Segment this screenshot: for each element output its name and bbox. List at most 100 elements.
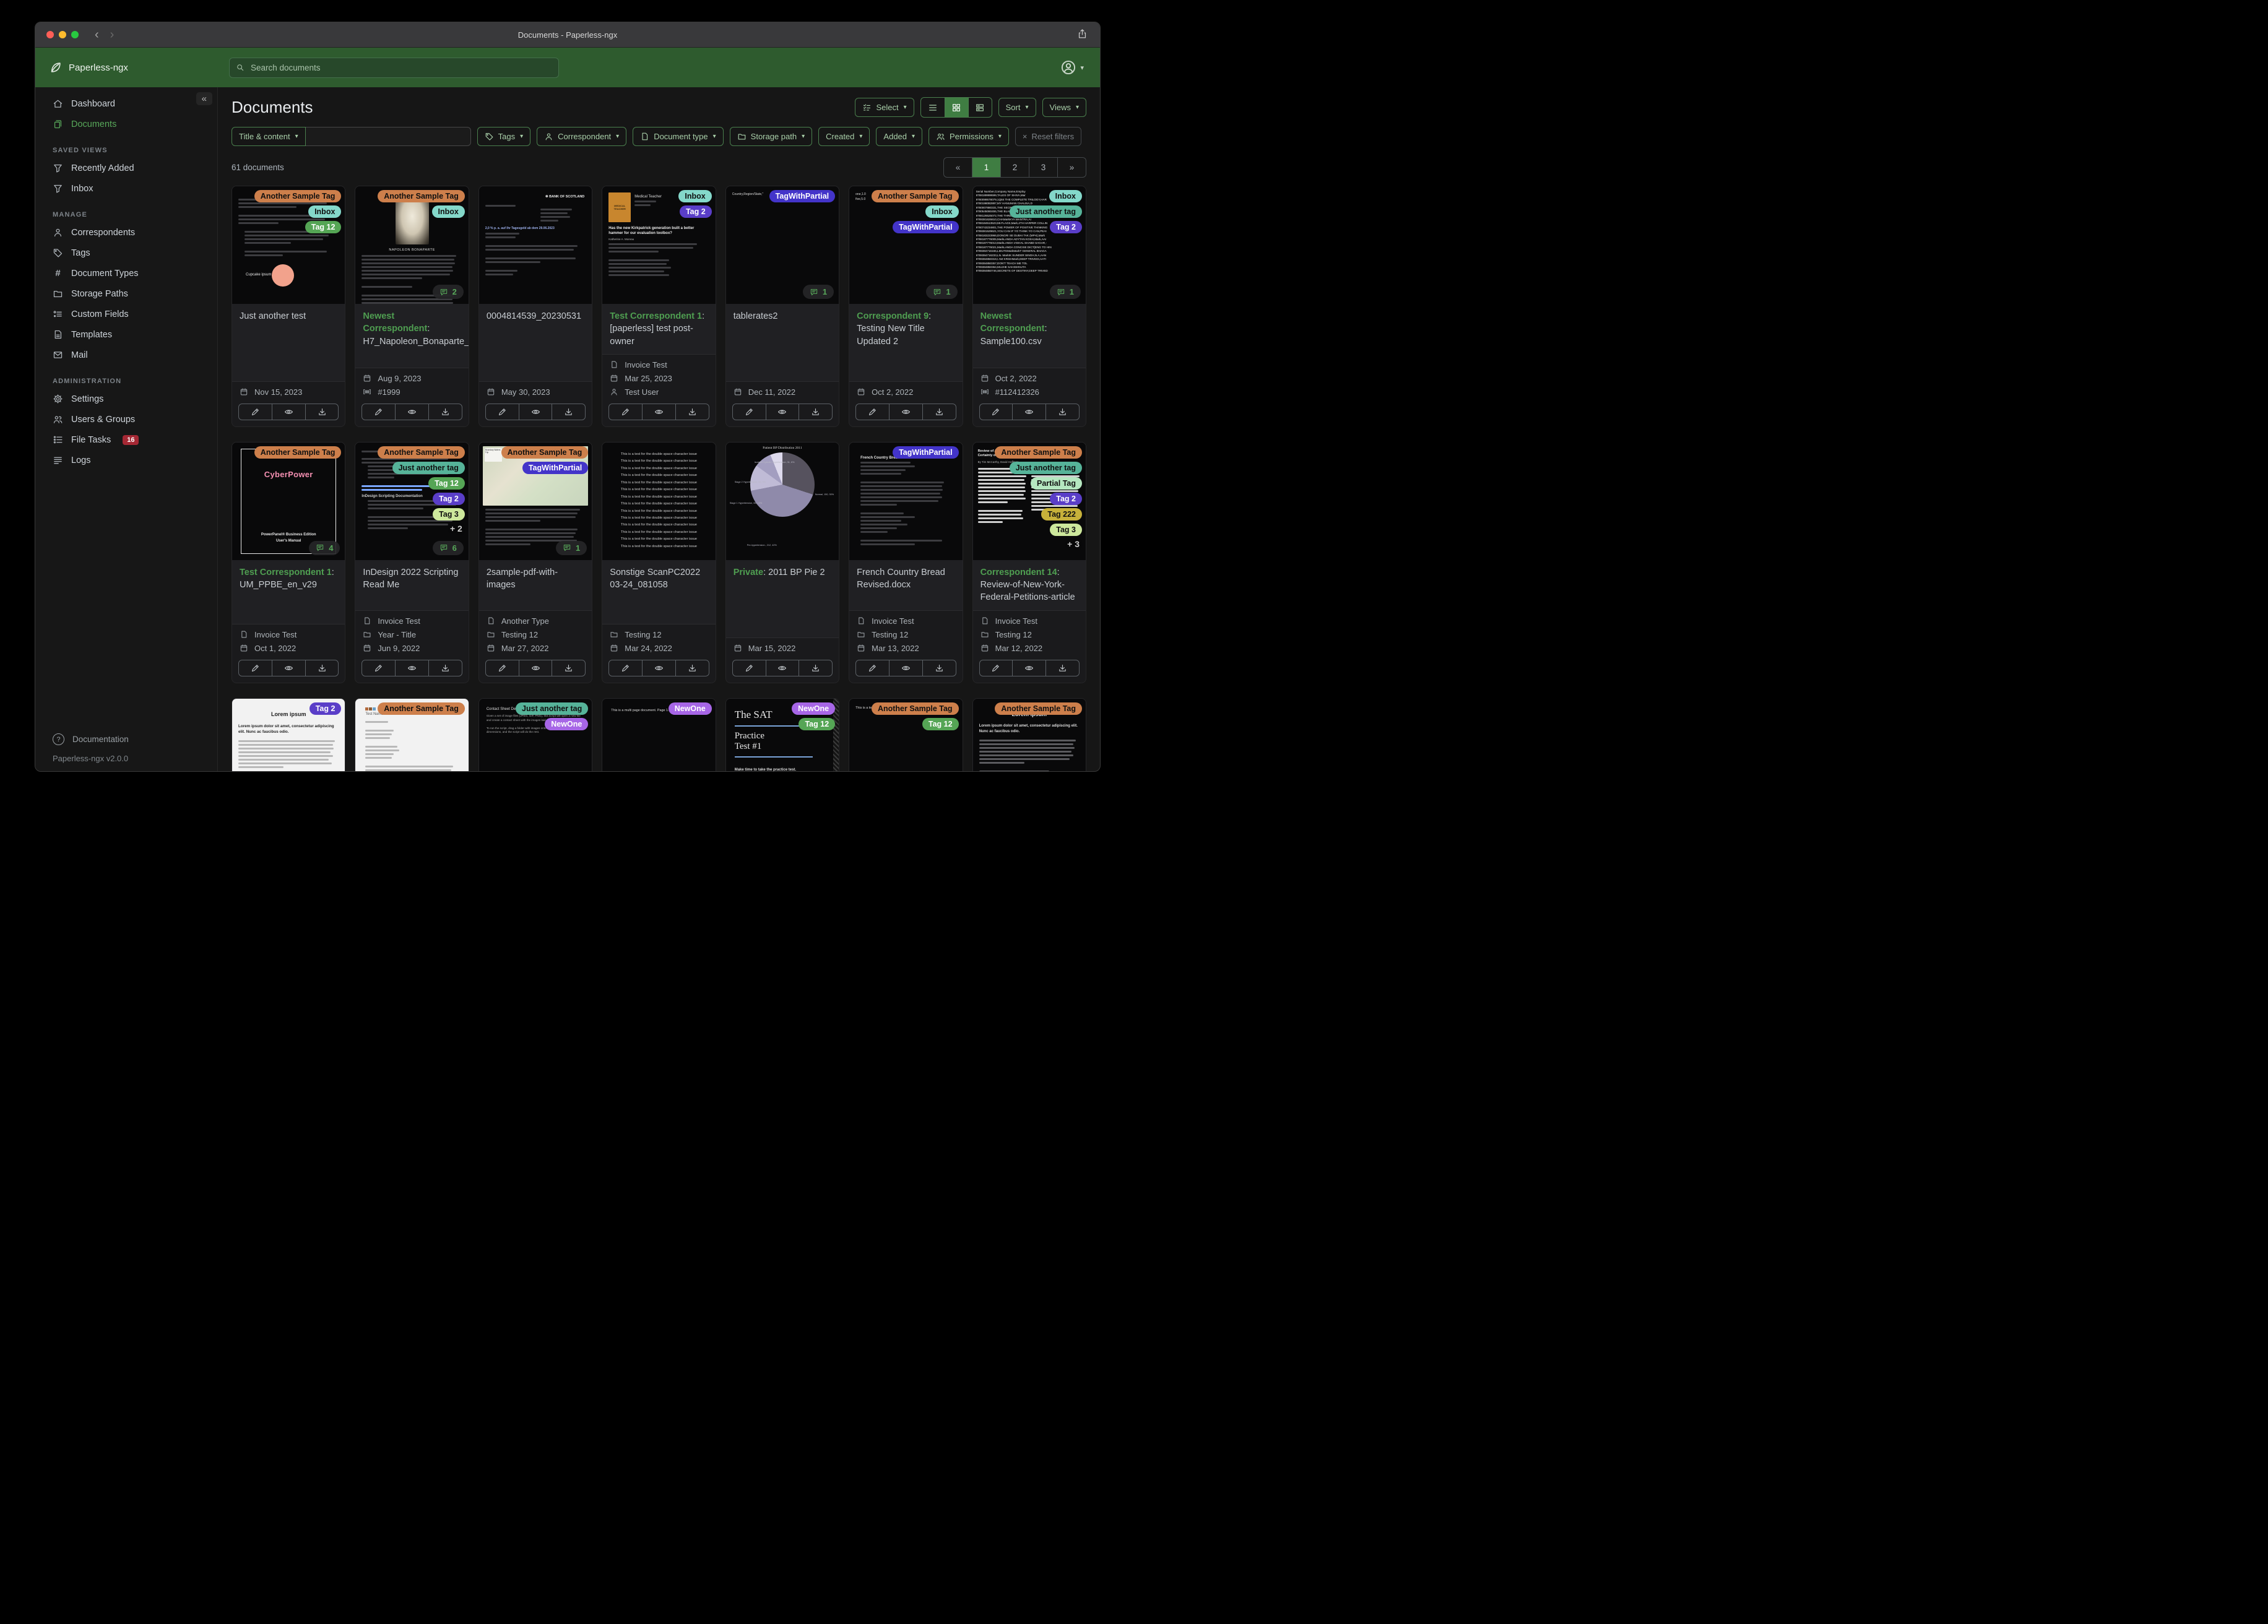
sidebar-item-templates[interactable]: Templates	[35, 324, 217, 345]
document-correspondent[interactable]: Newest Correspondent	[363, 311, 427, 334]
document-card[interactable]: Lorem ipsumLorem ipsum dolor sit amet, c…	[232, 698, 346, 771]
document-thumbnail[interactable]: Patient BP Distribution 2011 Normal, 150,…	[725, 442, 839, 560]
select-button[interactable]: Select ▾	[855, 98, 914, 117]
sidebar-item-recently-added[interactable]: Recently Added	[35, 158, 217, 178]
sidebar-item-tags[interactable]: Tags	[35, 243, 217, 263]
tag-pill-tag-12[interactable]: Tag 12	[799, 717, 836, 730]
tag-pill-partial-tag[interactable]: Partial Tag	[1031, 477, 1082, 490]
edit-document-button[interactable]	[362, 660, 395, 676]
preview-document-button[interactable]	[1012, 404, 1045, 420]
document-card[interactable]: Boundary Waters Trip Another Sample Tag Ta…	[478, 441, 593, 683]
preview-document-button[interactable]	[642, 404, 675, 420]
tag-pill-tag-2[interactable]: Tag 2	[1050, 492, 1082, 505]
tag-pill-inbox[interactable]: Inbox	[308, 205, 342, 218]
download-document-button[interactable]	[552, 660, 585, 676]
document-title[interactable]: Test Correspondent 1: UM_PPBE_en_v29	[232, 559, 345, 624]
preview-document-button[interactable]	[765, 660, 799, 676]
pagination-page-2[interactable]: 2	[1000, 158, 1029, 177]
download-document-button[interactable]	[428, 660, 462, 676]
document-card[interactable]: Contact Sheet Demo Given a set of image f…	[478, 698, 593, 771]
document-thumbnail[interactable]: Test Name Another Sample Tag	[355, 698, 469, 771]
document-thumbnail[interactable]: ✻ BANK OF SCOTLAND 2,0 % p. a. auf Ihr Ta…	[478, 186, 592, 304]
document-thumbnail[interactable]: Adobe Acrobat PDF FilesCupcake ipsumAnot…	[232, 186, 345, 304]
sidebar-item-logs[interactable]: Logs	[35, 450, 217, 470]
sort-button[interactable]: Sort ▾	[998, 98, 1036, 117]
document-thumbnail[interactable]: Lorem ipsumLorem ipsum dolor sit amet, c…	[232, 698, 345, 771]
comment-count-badge[interactable]: 4	[309, 540, 340, 555]
sidebar-item-document-types[interactable]: # Document Types	[35, 263, 217, 283]
edit-document-button[interactable]	[980, 404, 1013, 420]
minimize-window-button[interactable]	[59, 31, 66, 38]
sidebar-item-dashboard[interactable]: Dashboard	[35, 93, 217, 114]
created-filter-button[interactable]: Created ▾	[818, 127, 870, 146]
document-card[interactable]: NAPOLEON BONAPARTE Another Sample Tag Inbo…	[355, 186, 469, 427]
document-title[interactable]: 0004814539_20230531	[478, 304, 592, 381]
document-thumbnail[interactable]: CyberPower PowerPanel® Business Edition Us…	[232, 442, 345, 560]
document-thumbnail[interactable]: This is a test for the double space char…	[602, 442, 716, 560]
document-correspondent[interactable]: Newest Correspondent	[980, 311, 1045, 334]
edit-document-button[interactable]	[980, 660, 1013, 676]
view-list-button[interactable]	[921, 98, 945, 117]
document-title[interactable]: Test Correspondent 1: [paperless] test p…	[602, 304, 716, 354]
edit-document-button[interactable]	[609, 660, 642, 676]
tag-pill-newone[interactable]: NewOne	[792, 702, 836, 715]
sidebar-collapse-button[interactable]: «	[196, 92, 212, 105]
tag-pill-tag-12[interactable]: Tag 12	[305, 221, 342, 233]
preview-document-button[interactable]	[395, 404, 428, 420]
preview-document-button[interactable]	[271, 660, 305, 676]
preview-document-button[interactable]	[888, 660, 922, 676]
edit-document-button[interactable]	[486, 660, 519, 676]
document-card[interactable]: French Country Bread TagWithPartial French…	[849, 441, 963, 683]
tag-pill-tag-222[interactable]: Tag 222	[1041, 508, 1082, 520]
pagination-page-1[interactable]: 1	[972, 158, 1000, 177]
edit-document-button[interactable]	[856, 404, 889, 420]
document-card[interactable]: The SAT Practice Test #1 Make time to take …	[725, 698, 840, 771]
download-document-button[interactable]	[428, 404, 462, 420]
tag-pill-tagwithpartial[interactable]: TagWithPartial	[893, 221, 959, 233]
download-document-button[interactable]	[305, 660, 339, 676]
correspondent-filter-button[interactable]: Correspondent ▾	[537, 127, 627, 146]
close-window-button[interactable]	[46, 31, 54, 38]
tag-pill-tag-3[interactable]: Tag 3	[1050, 523, 1082, 536]
document-title[interactable]: Newest Correspondent: Sample100.csv	[972, 304, 1086, 368]
document-card[interactable]: Test Name Another Sample Tag	[355, 698, 469, 771]
document-thumbnail[interactable]: one,1.0 five,5.0 Another Sample Tag Inbox T…	[849, 186, 963, 304]
tag-pill-another-sample-tag[interactable]: Another Sample Tag	[254, 446, 342, 459]
edit-document-button[interactable]	[733, 660, 766, 676]
preview-document-button[interactable]	[1012, 660, 1045, 676]
pagination-last-button[interactable]: »	[1057, 158, 1086, 177]
document-card[interactable]: Country,Region/State," TagWithPartial 1 tab…	[725, 186, 840, 427]
document-thumbnail[interactable]: Serial Number,Company Name,Employ 9788189…	[972, 186, 1086, 304]
back-button[interactable]: ‹	[95, 28, 99, 41]
tag-pill-another-sample-tag[interactable]: Another Sample Tag	[378, 190, 465, 202]
edit-document-button[interactable]	[856, 660, 889, 676]
sidebar-item-users-groups[interactable]: Users & Groups	[35, 409, 217, 430]
preview-document-button[interactable]	[765, 404, 799, 420]
tag-pill-another-sample-tag[interactable]: Another Sample Tag	[995, 446, 1082, 459]
download-document-button[interactable]	[305, 404, 339, 420]
sidebar-item-storage-paths[interactable]: Storage Paths	[35, 283, 217, 304]
document-card[interactable]: This is a test for the double space char…	[602, 441, 716, 683]
edit-document-button[interactable]	[239, 404, 272, 420]
user-menu[interactable]: ▾	[1060, 59, 1084, 76]
view-detail-button[interactable]	[967, 98, 992, 117]
document-title[interactable]: French Country Bread Revised.docx	[849, 559, 963, 610]
tags-filter-button[interactable]: Tags ▾	[477, 127, 531, 146]
preview-document-button[interactable]	[518, 660, 552, 676]
tag-pill-another-sample-tag[interactable]: Another Sample Tag	[501, 446, 589, 459]
download-document-button[interactable]	[799, 660, 832, 676]
preview-document-button[interactable]	[518, 404, 552, 420]
document-thumbnail[interactable]: NAPOLEON BONAPARTE Another Sample Tag Inbo…	[355, 186, 469, 304]
tag-pill-just-another-tag[interactable]: Just another tag	[516, 702, 589, 715]
document-thumbnail[interactable]: The SAT Practice Test #1 Make time to take …	[725, 698, 839, 771]
sidebar-item-documentation[interactable]: ? Documentation	[35, 728, 217, 750]
document-card[interactable]: MEDICAL TEACHER Medical Teacher Has the ne…	[602, 186, 716, 427]
tag-pill-another-sample-tag[interactable]: Another Sample Tag	[254, 190, 342, 202]
tag-pill-just-another-tag[interactable]: Just another tag	[392, 461, 465, 474]
tag-pill-newone[interactable]: NewOne	[668, 702, 712, 715]
tag-pill-another-sample-tag[interactable]: Another Sample Tag	[871, 190, 959, 202]
edit-document-button[interactable]	[733, 404, 766, 420]
forward-button[interactable]: ›	[110, 28, 115, 41]
preview-document-button[interactable]	[271, 404, 305, 420]
edit-document-button[interactable]	[486, 404, 519, 420]
